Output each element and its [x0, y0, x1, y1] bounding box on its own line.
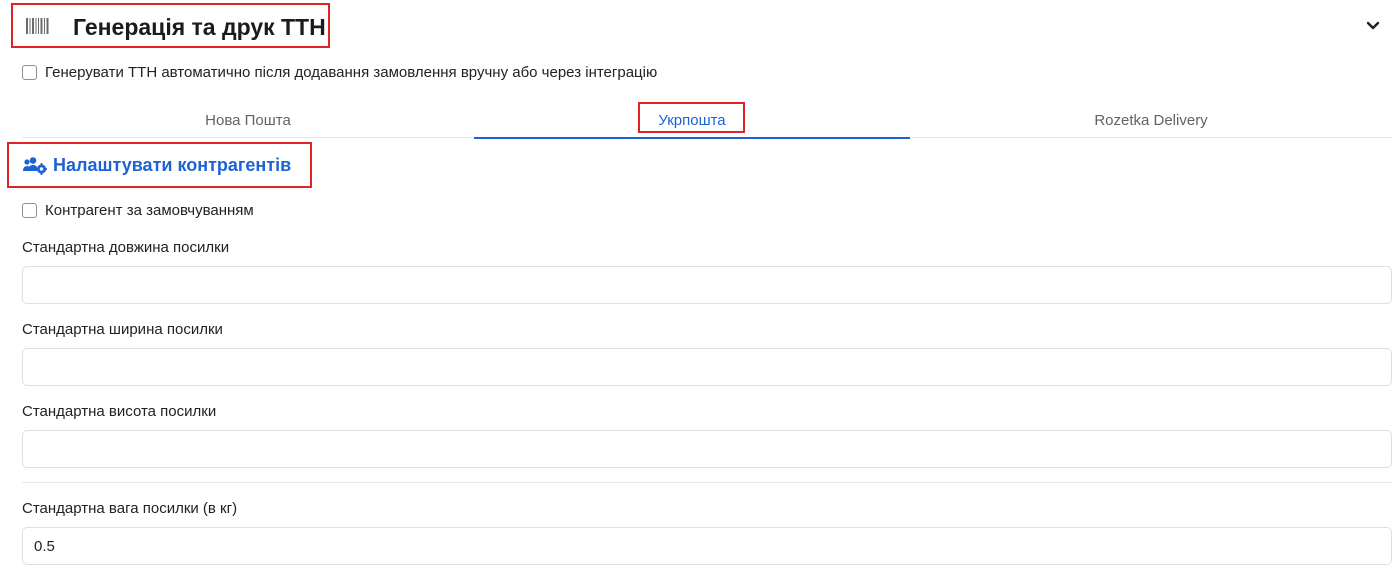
width-input[interactable]: [22, 348, 1392, 386]
weight-input[interactable]: [22, 527, 1392, 565]
barcode-icon: [26, 18, 49, 34]
section-header: Генерація та друк ТТН: [11, 3, 330, 48]
default-contragent-checkbox[interactable]: [22, 203, 37, 218]
users-gear-icon: [23, 157, 47, 175]
tab-label: Rozetka Delivery: [1094, 111, 1208, 129]
height-input[interactable]: [22, 430, 1392, 468]
tab-nova-poshta[interactable]: Нова Пошта: [22, 102, 474, 138]
configure-contragents-link[interactable]: Налаштувати контрагентів: [7, 142, 312, 188]
tab-label: Укрпошта: [658, 111, 726, 129]
auto-generate-label: Генерувати ТТН автоматично після додаван…: [45, 64, 658, 81]
carrier-tabs: Нова Пошта Укрпошта Rozetka Delivery: [22, 102, 1392, 139]
default-contragent-option[interactable]: Контрагент за замовчуванням: [22, 202, 254, 219]
chevron-down-icon[interactable]: [1364, 16, 1382, 34]
section-title: Генерація та друк ТТН: [73, 14, 326, 40]
auto-generate-checkbox[interactable]: [22, 65, 37, 80]
ttn-settings-panel: Генерація та друк ТТН Генерувати ТТН авт…: [0, 0, 1400, 575]
length-input[interactable]: [22, 266, 1392, 304]
configure-contragents-label: Налаштувати контрагентів: [53, 155, 292, 175]
auto-generate-option[interactable]: Генерувати ТТН автоматично після додаван…: [22, 64, 657, 81]
tab-label: Нова Пошта: [205, 111, 291, 129]
section-divider: [22, 482, 1392, 483]
tab-rozetka-delivery[interactable]: Rozetka Delivery: [910, 102, 1392, 138]
active-tab-underline: [474, 137, 910, 139]
tab-ukrposhta[interactable]: Укрпошта: [474, 102, 910, 139]
height-label: Стандартна висота посилки: [22, 403, 217, 420]
length-label: Стандартна довжина посилки: [22, 239, 230, 256]
default-contragent-label: Контрагент за замовчуванням: [45, 202, 254, 219]
weight-label: Стандартна вага посилки (в кг): [22, 500, 238, 517]
width-label: Стандартна ширина посилки: [22, 321, 223, 338]
